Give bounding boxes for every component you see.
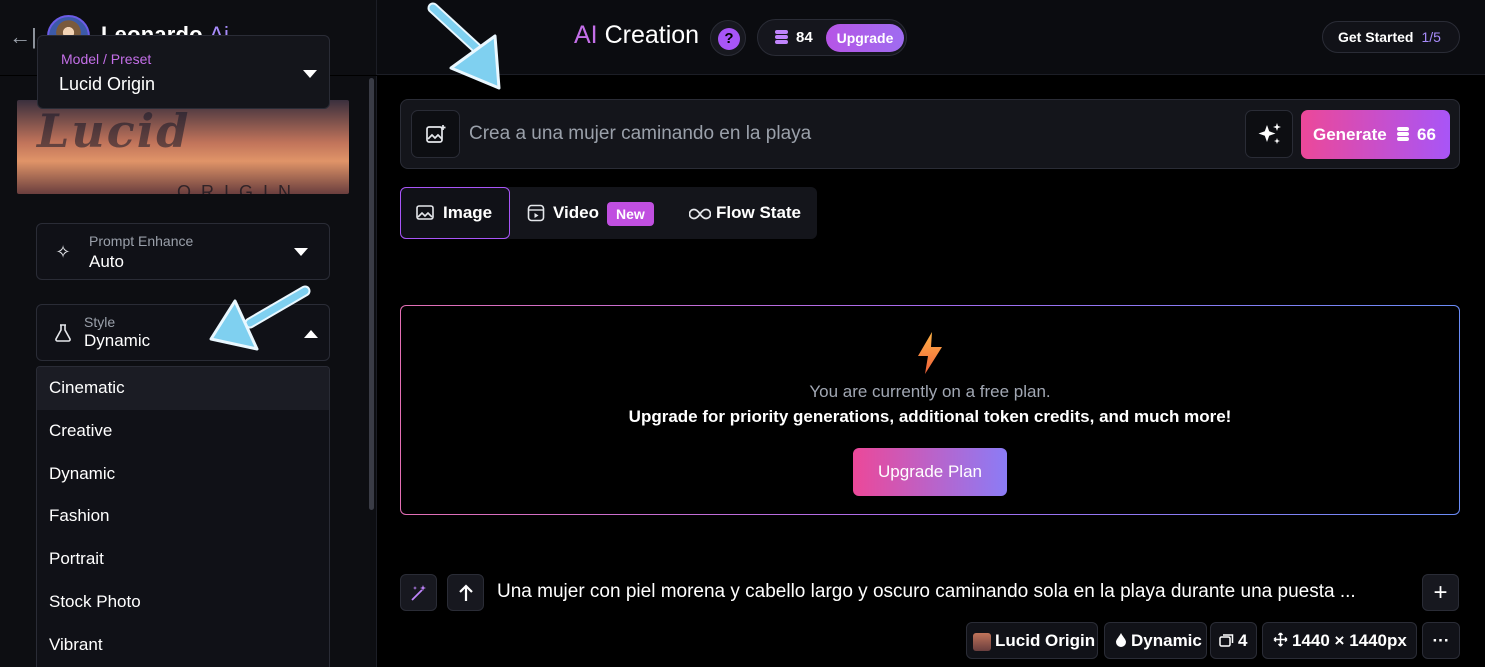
prompt-bar: Generate 66	[400, 99, 1460, 169]
video-icon	[527, 204, 545, 222]
annotation-arrow-icon	[427, 2, 501, 90]
move-arrows-icon	[1273, 624, 1288, 659]
style-option[interactable]: Fashion	[37, 495, 329, 538]
more-options-button[interactable]: ···	[1422, 622, 1460, 659]
page-title: AI Creation	[574, 21, 700, 49]
prompt-enhance-label: Prompt Enhance	[89, 233, 194, 249]
model-thumbnail	[973, 632, 991, 651]
infinity-icon	[689, 208, 711, 220]
history-size-chip[interactable]: 1440 × 1440px	[1262, 622, 1417, 659]
prompt-input[interactable]	[469, 113, 1229, 155]
style-option[interactable]: Stock Photo	[37, 581, 329, 624]
magic-wand-icon	[410, 585, 426, 601]
get-started-progress: 1/5	[1421, 29, 1441, 45]
sparkle-icon: ✧	[55, 242, 71, 262]
help-button[interactable]: ?	[710, 20, 746, 56]
tab-video[interactable]: Video New	[527, 187, 667, 239]
upgrade-plan-button[interactable]: Upgrade Plan	[853, 448, 1007, 496]
token-credits[interactable]: 84 Upgrade	[757, 19, 907, 56]
plus-icon: +	[1433, 579, 1448, 606]
collapse-sidebar-icon[interactable]: ←|	[8, 24, 38, 50]
style-option[interactable]: Creative	[37, 410, 329, 453]
chevron-down-icon	[303, 70, 317, 78]
model-preset-label: Model / Preset	[61, 51, 152, 67]
image-add-icon	[426, 125, 446, 143]
new-badge: New	[606, 201, 654, 226]
get-started-button[interactable]: Get Started 1/5	[1322, 21, 1460, 53]
style-option[interactable]: Dynamic	[37, 453, 329, 496]
magic-wand-button[interactable]	[400, 574, 437, 611]
history-count-chip[interactable]: 4	[1210, 622, 1257, 659]
coins-icon	[1397, 127, 1411, 142]
token-count: 84	[796, 29, 813, 46]
image-guidance-button[interactable]	[411, 110, 460, 158]
style-value: Dynamic	[84, 331, 151, 350]
history-style-chip[interactable]: Dynamic	[1104, 622, 1207, 659]
prompt-enhance-button[interactable]	[1245, 110, 1293, 158]
flask-icon	[53, 323, 73, 343]
style-option[interactable]: Cinematic	[37, 367, 329, 410]
prompt-enhance-value: Auto	[89, 252, 124, 271]
sparkles-icon	[1258, 123, 1281, 144]
sidebar-scrollbar[interactable]	[369, 78, 374, 510]
promo-text: You are currently on a free plan.	[809, 382, 1051, 401]
tab-flow-state[interactable]: Flow State	[689, 187, 809, 239]
model-banner: Lucid ORIGIN	[17, 100, 349, 194]
lightning-icon	[918, 332, 942, 374]
drop-icon	[1115, 624, 1127, 659]
history-model-chip[interactable]: Lucid Origin	[966, 622, 1098, 659]
upgrade-button[interactable]: Upgrade	[826, 24, 904, 52]
promo-headline: Upgrade for priority generations, additi…	[628, 407, 1232, 426]
coins-icon	[775, 30, 789, 46]
generate-button[interactable]: Generate 66	[1301, 110, 1450, 159]
generate-cost: 66	[1417, 125, 1436, 144]
style-option[interactable]: Vibrant	[37, 624, 329, 667]
prompt-enhance-select[interactable]: ✧ Prompt Enhance Auto	[36, 223, 330, 280]
style-label: Style	[84, 314, 116, 330]
model-preset-value: Lucid Origin	[59, 74, 156, 94]
images-icon	[1219, 624, 1234, 659]
help-icon: ?	[718, 28, 740, 50]
reuse-prompt-button[interactable]	[447, 574, 484, 611]
arrow-up-icon	[458, 584, 473, 601]
mode-tabs: Image Video New Flow State	[400, 187, 817, 239]
add-button[interactable]: +	[1422, 574, 1459, 611]
model-preset-select[interactable]: Model / Preset Lucid Origin	[37, 35, 330, 109]
style-option[interactable]: Portrait	[37, 538, 329, 581]
style-dropdown: Cinematic Creative Dynamic Fashion Portr…	[36, 366, 330, 667]
tab-image[interactable]: Image	[400, 187, 510, 239]
more-icon: ···	[1432, 631, 1450, 650]
chevron-down-icon	[294, 248, 308, 256]
image-icon	[416, 205, 434, 220]
upgrade-promo-card: You are currently on a free plan. Upgrad…	[400, 305, 1460, 515]
history-prompt-text[interactable]: Una mujer con piel morena y cabello larg…	[497, 581, 1417, 603]
annotation-arrow-icon	[209, 285, 311, 351]
